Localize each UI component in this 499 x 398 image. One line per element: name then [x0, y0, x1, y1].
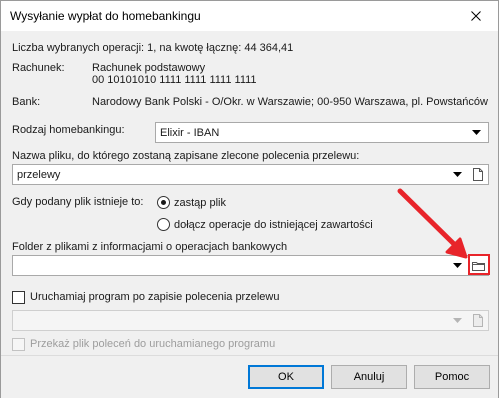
- account-name: Rachunek podstawowy: [92, 62, 206, 74]
- chevron-down-icon[interactable]: [449, 311, 465, 330]
- append-file-radio[interactable]: [157, 218, 170, 231]
- filename-label: Nazwa pliku, do którego zostaną zapisane…: [12, 150, 360, 162]
- folder-button-highlight: [468, 254, 490, 275]
- file-icon: [473, 314, 483, 327]
- close-button[interactable]: [453, 1, 498, 31]
- pass-file-label: Przekaż plik poleceń do uruchamianego pr…: [30, 338, 276, 350]
- file-browse-button[interactable]: [469, 165, 487, 184]
- chevron-down-icon[interactable]: [449, 165, 465, 184]
- append-file-label[interactable]: dołącz operacje do istniejącej zawartośc…: [174, 219, 373, 231]
- filename-input[interactable]: przelewy: [12, 164, 489, 185]
- summary-text: Liczba wybranych operacji: 1, na kwotę ł…: [12, 42, 294, 54]
- cancel-button[interactable]: Anuluj: [331, 365, 407, 389]
- account-label: Rachunek:: [12, 62, 65, 74]
- replace-file-label[interactable]: zastąp plik: [174, 197, 226, 209]
- window-title: Wysyłanie wypłat do homebankingu: [10, 9, 201, 23]
- chevron-down-icon[interactable]: [468, 123, 484, 142]
- dialog-footer: OK Anuluj Pomoc: [1, 355, 498, 398]
- filename-value: przelewy: [17, 169, 61, 181]
- account-number: 00 10101010 1111 1111 1111 1111: [92, 74, 257, 86]
- homebanking-value: Elixir - IBAN: [160, 127, 220, 139]
- help-button[interactable]: Pomoc: [414, 365, 490, 389]
- program-path-input[interactable]: [12, 310, 489, 331]
- file-icon: [473, 168, 483, 181]
- bank-value: Narodowy Bank Polski - O/Okr. w Warszawi…: [92, 96, 488, 108]
- file-exists-label: Gdy podany plik istnieje to:: [12, 196, 144, 208]
- homebanking-label: Rodzaj homebankingu:: [12, 124, 125, 136]
- folder-label: Folder z plikami z informacjami o operac…: [12, 241, 288, 253]
- radio-selected-dot: [161, 200, 166, 205]
- program-browse-button[interactable]: [469, 311, 487, 330]
- dialog-window: Wysyłanie wypłat do homebankingu Liczba …: [0, 0, 499, 398]
- bank-label: Bank:: [12, 96, 41, 108]
- homebanking-select[interactable]: Elixir - IBAN: [155, 122, 489, 143]
- title-bar[interactable]: Wysyłanie wypłat do homebankingu: [1, 1, 498, 31]
- replace-file-radio[interactable]: [157, 196, 170, 209]
- run-program-label[interactable]: Uruchamiaj program po zapisie polecenia …: [30, 291, 279, 303]
- pass-file-checkbox[interactable]: [12, 338, 25, 351]
- ok-button[interactable]: OK: [248, 365, 324, 389]
- run-program-checkbox[interactable]: [12, 291, 25, 304]
- chevron-down-icon[interactable]: [449, 256, 465, 275]
- close-icon: [470, 11, 481, 21]
- dialog-content: Liczba wybranych operacji: 1, na kwotę ł…: [1, 31, 498, 355]
- folder-input[interactable]: [12, 255, 489, 276]
